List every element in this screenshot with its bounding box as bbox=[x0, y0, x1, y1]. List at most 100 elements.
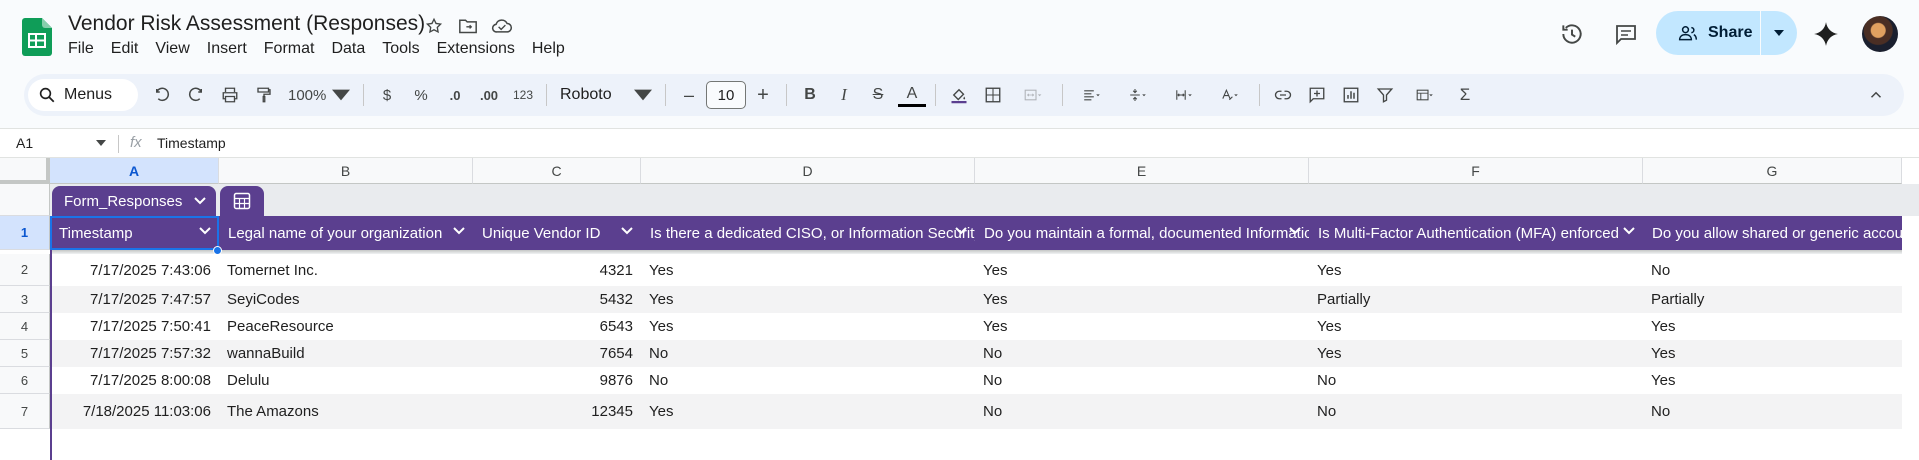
cloud-saved-icon[interactable] bbox=[490, 14, 514, 38]
text-rotation-icon[interactable] bbox=[1210, 81, 1250, 109]
menu-file[interactable]: File bbox=[68, 40, 101, 58]
cell-legal-name[interactable]: PeaceResource bbox=[219, 313, 473, 340]
document-title[interactable]: Vendor Risk Assessment (Responses) bbox=[68, 12, 425, 36]
cell-vendor-id[interactable]: 12345 bbox=[473, 394, 641, 429]
text-color-button[interactable]: A bbox=[898, 83, 926, 107]
cell-shared-accounts[interactable]: Partially bbox=[1643, 286, 1902, 313]
column-header-e[interactable]: E bbox=[975, 158, 1309, 184]
header-mfa[interactable]: Is Multi-Factor Authentication (MFA) enf… bbox=[1309, 216, 1643, 250]
cell-ciso[interactable]: Yes bbox=[641, 313, 975, 340]
cell-legal-name[interactable]: The Amazons bbox=[219, 394, 473, 429]
cell-legal-name[interactable]: wannaBuild bbox=[219, 340, 473, 367]
move-folder-icon[interactable] bbox=[456, 14, 480, 38]
strikethrough-button[interactable]: S bbox=[864, 81, 892, 109]
header-timestamp[interactable]: Timestamp bbox=[50, 216, 219, 250]
version-history-icon[interactable] bbox=[1552, 14, 1592, 54]
percent-format-button[interactable]: % bbox=[407, 81, 435, 109]
column-header-a[interactable]: A bbox=[50, 158, 219, 184]
font-size-input[interactable]: 10 bbox=[706, 81, 746, 109]
comments-icon[interactable] bbox=[1606, 14, 1646, 54]
merge-cells-icon[interactable] bbox=[1013, 81, 1053, 109]
cell-mfa[interactable]: No bbox=[1309, 367, 1643, 394]
cell-ciso[interactable]: No bbox=[641, 340, 975, 367]
menu-edit[interactable]: Edit bbox=[111, 40, 146, 58]
print-icon[interactable] bbox=[216, 81, 244, 109]
zoom-select[interactable]: 100% bbox=[284, 81, 354, 109]
row-header-4[interactable]: 4 bbox=[0, 313, 50, 340]
column-header-g[interactable]: G bbox=[1643, 158, 1902, 184]
cell-shared-accounts[interactable]: Yes bbox=[1643, 340, 1902, 367]
cell-mfa[interactable]: No bbox=[1309, 394, 1643, 429]
insert-link-icon[interactable] bbox=[1269, 81, 1297, 109]
cell-timestamp[interactable]: 7/17/2025 7:47:57 bbox=[50, 286, 219, 313]
cell-vendor-id[interactable]: 9876 bbox=[473, 367, 641, 394]
row-header-5[interactable]: 5 bbox=[0, 340, 50, 367]
chevron-down-icon[interactable] bbox=[621, 227, 633, 235]
cell-shared-accounts[interactable]: No bbox=[1643, 394, 1902, 429]
vertical-align-icon[interactable] bbox=[1118, 81, 1158, 109]
insert-comment-icon[interactable] bbox=[1303, 81, 1331, 109]
header-legal-name[interactable]: Legal name of your organization bbox=[219, 216, 473, 250]
cell-mfa[interactable]: Yes bbox=[1309, 313, 1643, 340]
row-header-3[interactable]: 3 bbox=[0, 286, 50, 313]
column-header-f[interactable]: F bbox=[1309, 158, 1643, 184]
cell-mfa[interactable]: Yes bbox=[1309, 254, 1643, 286]
chevron-down-icon[interactable] bbox=[199, 227, 211, 235]
cell-vendor-id[interactable]: 7654 bbox=[473, 340, 641, 367]
menu-format[interactable]: Format bbox=[264, 40, 322, 58]
italic-button[interactable]: I bbox=[830, 81, 858, 109]
cell-ciso[interactable]: No bbox=[641, 367, 975, 394]
header-ciso[interactable]: Is there a dedicated CISO, or Informatio… bbox=[641, 216, 975, 250]
avatar[interactable] bbox=[1862, 16, 1898, 52]
chevron-down-icon[interactable] bbox=[1623, 227, 1635, 235]
search-menus[interactable]: Menus bbox=[28, 79, 138, 111]
menu-view[interactable]: View bbox=[155, 40, 196, 58]
column-header-d[interactable]: D bbox=[641, 158, 975, 184]
cell-legal-name[interactable]: Tomernet Inc. bbox=[219, 254, 473, 286]
menu-data[interactable]: Data bbox=[331, 40, 372, 58]
cell-vendor-id[interactable]: 4321 bbox=[473, 254, 641, 286]
cell-vendor-id[interactable]: 6543 bbox=[473, 313, 641, 340]
currency-format-button[interactable]: $ bbox=[373, 81, 401, 109]
menu-insert[interactable]: Insert bbox=[207, 40, 254, 58]
cell-timestamp[interactable]: 7/17/2025 7:57:32 bbox=[50, 340, 219, 367]
gemini-icon[interactable] bbox=[1806, 14, 1846, 54]
row-header-7[interactable]: 7 bbox=[0, 394, 50, 429]
paint-format-icon[interactable] bbox=[250, 81, 278, 109]
cell-shared-accounts[interactable]: Yes bbox=[1643, 313, 1902, 340]
column-header-b[interactable]: B bbox=[219, 158, 473, 184]
menu-help[interactable]: Help bbox=[532, 40, 572, 58]
cell-infosec-policy[interactable]: No bbox=[975, 367, 1309, 394]
table-name-chip[interactable]: Form_Responses bbox=[52, 186, 216, 216]
cell-timestamp[interactable]: 7/17/2025 7:50:41 bbox=[50, 313, 219, 340]
chevron-down-icon[interactable] bbox=[955, 227, 967, 235]
sheets-logo-icon[interactable] bbox=[22, 18, 52, 56]
cell-infosec-policy[interactable]: Yes bbox=[975, 313, 1309, 340]
cell-vendor-id[interactable]: 5432 bbox=[473, 286, 641, 313]
row-header-2[interactable]: 2 bbox=[0, 254, 50, 286]
share-dropdown[interactable] bbox=[1761, 11, 1797, 55]
table-view-icon[interactable] bbox=[1405, 81, 1445, 109]
collapse-toolbar-icon[interactable] bbox=[1862, 81, 1890, 109]
chevron-down-icon[interactable] bbox=[453, 227, 465, 235]
star-icon[interactable] bbox=[422, 14, 446, 38]
menu-tools[interactable]: Tools bbox=[382, 40, 426, 58]
cell-timestamp[interactable]: 7/17/2025 7:43:06 bbox=[50, 254, 219, 286]
table-options-button[interactable] bbox=[220, 186, 264, 216]
cell-infosec-policy[interactable]: No bbox=[975, 394, 1309, 429]
cell-infosec-policy[interactable]: Yes bbox=[975, 286, 1309, 313]
horizontal-align-icon[interactable] bbox=[1072, 81, 1112, 109]
header-infosec-policy[interactable]: Do you maintain a formal, documented Inf… bbox=[975, 216, 1309, 250]
font-select[interactable]: Roboto bbox=[556, 81, 656, 109]
more-formats-button[interactable]: 123 bbox=[509, 81, 537, 109]
decrease-font-size-button[interactable]: – bbox=[675, 81, 703, 109]
cell-legal-name[interactable]: Delulu bbox=[219, 367, 473, 394]
functions-icon[interactable]: Σ bbox=[1451, 81, 1479, 109]
bold-button[interactable]: B bbox=[796, 81, 824, 109]
text-wrapping-icon[interactable] bbox=[1164, 81, 1204, 109]
cell-legal-name[interactable]: SeyiCodes bbox=[219, 286, 473, 313]
cell-ciso[interactable]: Yes bbox=[641, 254, 975, 286]
menu-extensions[interactable]: Extensions bbox=[437, 40, 522, 58]
share-button[interactable]: Share bbox=[1656, 11, 1760, 55]
cell-ciso[interactable]: Yes bbox=[641, 286, 975, 313]
